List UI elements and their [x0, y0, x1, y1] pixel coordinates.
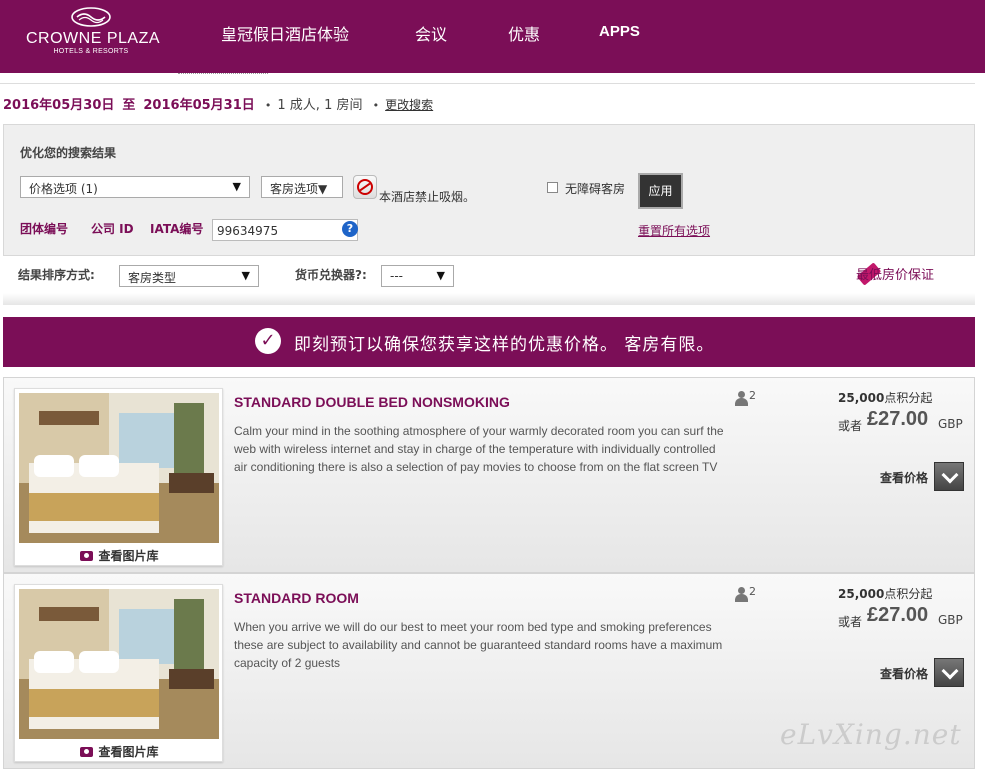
change-search-link[interactable]: 更改搜索: [385, 98, 433, 112]
apply-button[interactable]: 应用: [638, 173, 683, 209]
sort-bar-shadow: [3, 293, 975, 305]
watermark: eLvXing.net: [780, 718, 962, 751]
promo-banner: ✓ 即刻预订以确保您获享这样的优惠价格。 客房有限。: [3, 317, 975, 367]
guest-count: 2: [749, 585, 756, 598]
help-icon[interactable]: ?: [342, 221, 358, 237]
logo-name: CROWNE PLAZA: [26, 30, 161, 47]
camera-icon: [80, 551, 94, 561]
nav-experience[interactable]: 皇冠假日酒店体验: [221, 21, 349, 45]
reset-all-link[interactable]: 重置所有选项: [638, 222, 710, 239]
room-price: £27.00: [867, 604, 929, 626]
crowne-plaza-logo[interactable]: CROWNE PLAZA HOTELS & RESORTS: [26, 6, 161, 62]
room-photo[interactable]: 查看图片库: [14, 584, 223, 762]
promo-banner-text: 即刻预订以确保您获享这样的优惠价格。 客房有限。: [294, 335, 715, 355]
dropdown-arrow-icon: ▼: [436, 269, 445, 282]
iata-label: IATA编号: [150, 222, 204, 236]
sort-select[interactable]: 客房类型 ▼: [119, 265, 259, 287]
sort-value: 客房类型: [128, 271, 177, 285]
room-description: When you arrive we will do our best to m…: [234, 620, 723, 670]
room-image: [19, 589, 219, 739]
points-value: 25,000: [838, 587, 885, 601]
expand-chevron-icon[interactable]: [934, 462, 964, 491]
room-price: £27.00: [867, 408, 929, 430]
filter-title: 优化您的搜索结果: [20, 146, 117, 160]
divider: [0, 83, 975, 84]
checkin-date: 2016年05月30日: [3, 98, 115, 113]
currency-select[interactable]: --- ▼: [381, 265, 454, 287]
header-divider-stub: [178, 73, 268, 76]
currency-code: GBP: [938, 613, 963, 627]
site-header: CROWNE PLAZA HOTELS & RESORTS 皇冠假日酒店体验 会…: [0, 0, 985, 73]
currency-code: GBP: [938, 417, 963, 431]
sort-label: 结果排序方式:: [18, 268, 95, 282]
iata-input[interactable]: 99634975: [212, 219, 358, 241]
guest-count: 2: [749, 389, 756, 402]
filter-panel: 优化您的搜索结果 价格选项 (1) ▼ 客房选项▼ 本酒店禁止吸烟。 无障碍客房…: [3, 124, 975, 256]
checkout-date: 2016年05月31日: [143, 98, 255, 113]
dropdown-arrow-icon: ▼: [318, 182, 328, 196]
bullet: •: [372, 99, 380, 112]
accessible-room-label: 无障碍客房: [565, 182, 626, 196]
room-photo[interactable]: 查看图片库: [14, 388, 223, 566]
points-suffix: 点积分起: [884, 587, 933, 601]
view-gallery-link[interactable]: 查看图片库: [15, 547, 224, 564]
guest-icon: [734, 587, 748, 603]
currency-converter-label: 货币兑换器?:: [295, 268, 367, 282]
search-summary: 2016年05月30日至 2016年05月31日 • 1 成人, 1 房间 • 更改搜…: [3, 94, 433, 114]
gallery-label: 查看图片库: [98, 549, 159, 563]
expand-chevron-icon[interactable]: [934, 658, 964, 687]
date-separator: 至: [122, 98, 136, 113]
gallery-label: 查看图片库: [98, 745, 159, 759]
company-id-label[interactable]: 公司 ID: [91, 220, 134, 237]
room-description: Calm your mind in the soothing atmospher…: [234, 424, 724, 474]
room-image: [19, 393, 219, 543]
room-option-select[interactable]: 客房选项▼: [261, 176, 343, 198]
dropdown-arrow-icon: ▼: [241, 269, 250, 282]
or-label: 或者: [838, 419, 863, 433]
points-price: 25,000点积分起: [838, 389, 932, 406]
nav-offers[interactable]: 优惠: [508, 21, 540, 45]
accessible-room-checkbox[interactable]: [547, 182, 558, 193]
group-code-label[interactable]: 团体编号: [20, 220, 68, 237]
camera-icon: [80, 747, 94, 757]
no-smoking-icon: [353, 175, 377, 199]
guest-icon: [734, 391, 748, 407]
view-gallery-link[interactable]: 查看图片库: [15, 743, 224, 760]
checkmark-icon: ✓: [255, 328, 281, 354]
bullet: •: [264, 99, 272, 112]
view-price-link[interactable]: 查看价格: [880, 469, 928, 486]
or-label: 或者: [838, 615, 863, 629]
room-title[interactable]: STANDARD ROOM: [234, 590, 359, 606]
price-option-value: 价格选项 (1): [29, 182, 98, 196]
dropdown-arrow-icon: ▼: [232, 180, 241, 193]
nav-meetings[interactable]: 会议: [415, 21, 447, 45]
price-option-select[interactable]: 价格选项 (1) ▼: [20, 176, 250, 198]
points-suffix: 点积分起: [884, 391, 933, 405]
best-rate-guarantee-link[interactable]: 最低房价保证: [856, 264, 934, 283]
nav-apps[interactable]: APPS: [599, 23, 640, 40]
guest-summary: 1 成人, 1 房间: [277, 98, 363, 113]
no-smoking-text: 本酒店禁止吸烟。: [379, 190, 476, 204]
room-option-value: 客房选项: [270, 182, 319, 196]
points-value: 25,000: [838, 391, 885, 405]
room-title[interactable]: STANDARD DOUBLE BED NONSMOKING: [234, 394, 510, 410]
currency-value: ---: [390, 269, 403, 283]
room-card: 查看图片库 STANDARD DOUBLE BED NONSMOKING Cal…: [3, 377, 975, 573]
logo-wave-icon: [71, 7, 111, 27]
view-price-link[interactable]: 查看价格: [880, 665, 928, 682]
logo-subtitle: HOTELS & RESORTS: [53, 48, 129, 55]
points-price: 25,000点积分起: [838, 585, 932, 602]
